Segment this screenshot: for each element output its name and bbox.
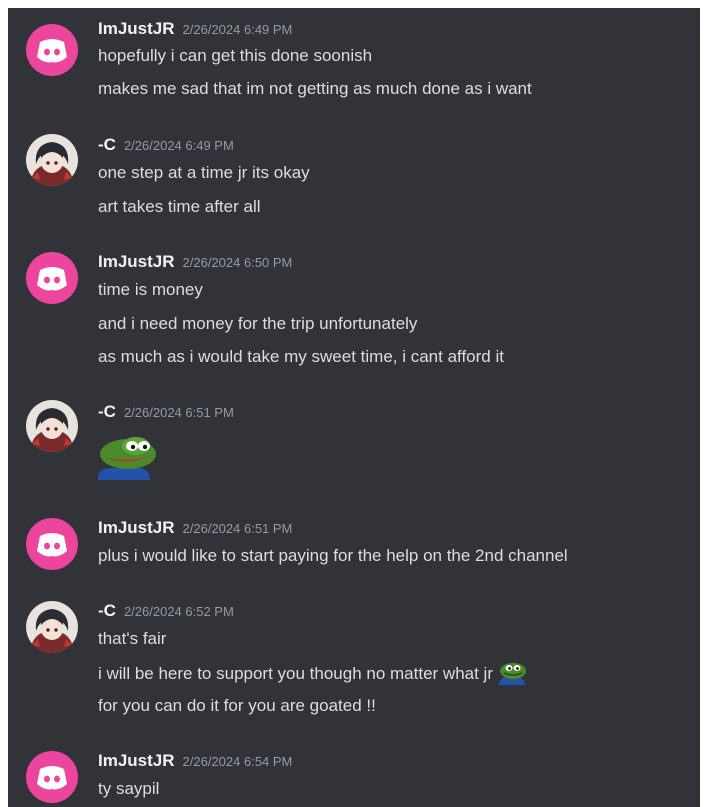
message-text: makes me sad that im not getting as much… [98,79,532,98]
author-name[interactable]: ImJustJR [98,252,175,271]
message-text: as much as i would take my sweet time, i… [98,347,504,366]
message-text: art takes time after all [98,197,261,216]
timestamp: 2/26/2024 6:49 PM [123,138,234,153]
timestamp: 2/26/2024 6:54 PM [182,754,293,769]
timestamp: 2/26/2024 6:49 PM [182,22,293,37]
message-text: hopefully i can get this done soonish [98,46,373,65]
anime-character-avatar[interactable] [26,134,78,186]
author-name[interactable]: -C [98,601,116,620]
message-text: that's fair [98,629,167,648]
message-text: ty saypil [98,779,160,798]
timestamp: 2/26/2024 6:51 PM [123,405,234,420]
anime-character-avatar[interactable] [26,400,78,452]
author-name[interactable]: ImJustJR [98,751,175,770]
message-text: time is money [98,280,203,299]
author-name[interactable]: ImJustJR [98,19,175,38]
pepe-frog-emoji[interactable] [98,432,164,482]
message-text: for you can do it for you are goated !! [98,696,376,715]
timestamp: 2/26/2024 6:50 PM [182,255,293,270]
message-text: i will be here to support you though no … [98,661,527,691]
discord-logo-icon[interactable] [26,24,78,76]
pepe-frog-emoji[interactable] [499,661,527,691]
author-name[interactable]: -C [98,402,116,421]
discord-logo-icon[interactable] [26,518,78,570]
message-text: plus i would like to start paying for th… [98,546,568,565]
timestamp: 2/26/2024 6:52 PM [123,604,234,619]
message-text: one step at a time jr its okay [98,163,310,182]
discord-logo-icon[interactable] [26,252,78,304]
message-text-segment: i will be here to support you though no … [98,664,493,683]
timestamp: 2/26/2024 6:51 PM [182,521,293,536]
chat-panel: ImJustJR 2/26/2024 6:49 PM hopefully i ca… [8,8,700,807]
discord-logo-icon[interactable] [26,751,78,803]
author-name[interactable]: -C [98,135,116,154]
author-name[interactable]: ImJustJR [98,518,175,537]
message-text: and i need money for the trip unfortunat… [98,314,418,333]
anime-character-avatar[interactable] [26,601,78,653]
